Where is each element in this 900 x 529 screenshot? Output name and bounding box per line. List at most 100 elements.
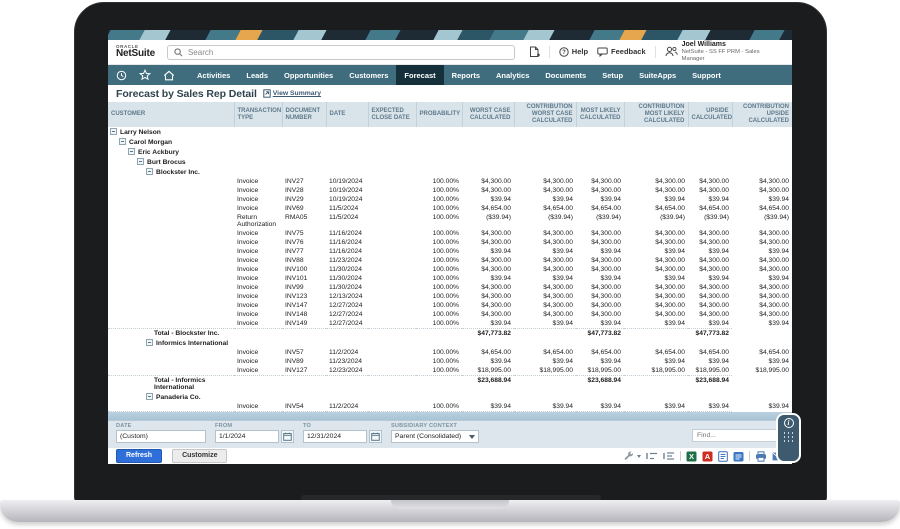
column-header-probability[interactable]: PROBABILITY [416, 102, 462, 127]
search-input[interactable]: Search [167, 45, 515, 60]
print-icon[interactable] [755, 451, 767, 462]
cell-contribution-most-likely: ($39.94) [624, 213, 688, 229]
cell-document-number[interactable]: INV100 [282, 265, 326, 274]
column-header-most-likely-calculated[interactable]: MOST LIKELY CALCULATED [576, 102, 624, 127]
export-word-icon[interactable] [718, 451, 728, 462]
cell-document-number[interactable]: INV88 [282, 256, 326, 265]
column-header-contribution-most-likely-calculated[interactable]: CONTRIBUTION MOST LIKELY CALCULATED [624, 102, 688, 127]
customize-wrench-icon[interactable] [623, 451, 634, 462]
nav-item-leads[interactable]: Leads [238, 65, 276, 85]
cell-document-number[interactable]: INV54 [282, 402, 326, 412]
collapse-icon[interactable] [146, 168, 153, 175]
group-label[interactable]: Carol Morgan [129, 139, 172, 146]
help-widget-tab[interactable]: i [776, 413, 801, 463]
subsidiary-select[interactable]: Parent (Consolidated) [391, 430, 479, 443]
cell-document-number[interactable]: INV27 [282, 177, 326, 186]
cell-document-number[interactable]: INV127 [282, 366, 326, 376]
nav-item-analytics[interactable]: Analytics [488, 65, 537, 85]
from-date-input[interactable] [215, 430, 279, 443]
cell-document-number[interactable]: INV77 [282, 247, 326, 256]
cell-contribution-upside: $4,654.00 [732, 204, 792, 213]
transaction-row: InvoiceINV10111/30/2024100.00%$39.94$39.… [108, 274, 792, 283]
to-calendar-button[interactable] [369, 430, 382, 443]
caret-down-icon[interactable] [637, 455, 641, 458]
group-label[interactable]: Informics International [156, 340, 228, 347]
cell-document-number[interactable]: INV147 [282, 301, 326, 310]
from-calendar-button[interactable] [281, 430, 294, 443]
cell-document-number[interactable]: INV69 [282, 204, 326, 213]
column-header-transaction-type[interactable]: TRANSACTION TYPE [234, 102, 282, 127]
expand-rows-icon[interactable] [663, 451, 675, 461]
view-summary-link[interactable]: View Summary [263, 89, 321, 98]
cell-expected-close-date [368, 265, 416, 274]
cell-customer [108, 229, 234, 238]
group-label[interactable]: Eric Ackbury [138, 149, 179, 156]
cell-document-number[interactable]: INV57 [282, 348, 326, 357]
column-header-expected-close-date[interactable]: EXPECTED CLOSE DATE [368, 102, 416, 127]
cell-document-number[interactable]: INV28 [282, 186, 326, 195]
feedback-button[interactable]: Feedback [597, 47, 646, 57]
cell-document-number[interactable]: RMA05 [282, 213, 326, 229]
find-input[interactable] [692, 429, 784, 442]
export-pdf-icon[interactable]: A [702, 451, 713, 462]
nav-item-reports[interactable]: Reports [444, 65, 488, 85]
nav-item-suiteapps[interactable]: SuiteApps [631, 65, 684, 85]
user-menu[interactable]: Joel Williams NetSuite - SS FF PRM - Sal… [665, 41, 784, 63]
column-header-upside-calculated[interactable]: UPSIDE CALCULATED [688, 102, 732, 127]
nav-item-documents[interactable]: Documents [537, 65, 594, 85]
column-header-worst-case-calculated[interactable]: WORST CASE CALCULATED [462, 102, 514, 127]
collapse-icon[interactable] [146, 393, 153, 400]
refresh-button[interactable]: Refresh [116, 449, 162, 463]
cell-upside: $4,654.00 [688, 204, 732, 213]
collapse-icon[interactable] [110, 128, 117, 135]
recent-records-icon[interactable] [116, 70, 127, 81]
cell-document-number[interactable]: INV123 [282, 292, 326, 301]
nav-item-opportunities[interactable]: Opportunities [276, 65, 341, 85]
shortcuts-star-icon[interactable] [139, 69, 151, 81]
transaction-row: InvoiceINV7611/16/2024100.00%$4,300.00$4… [108, 238, 792, 247]
cell-contribution-upside: $4,300.00 [732, 256, 792, 265]
cell-document-number[interactable]: INV76 [282, 238, 326, 247]
cell-document-number[interactable]: INV101 [282, 274, 326, 283]
nav-item-setup[interactable]: Setup [594, 65, 631, 85]
group-label[interactable]: Larry Nelson [120, 129, 161, 136]
collapse-rows-icon[interactable] [646, 451, 658, 461]
collapse-icon[interactable] [146, 339, 153, 346]
export-csv-icon[interactable] [733, 451, 744, 462]
nav-item-support[interactable]: Support [684, 65, 729, 85]
group-label[interactable]: Panaderia Co. [156, 394, 201, 401]
collapse-icon[interactable] [137, 158, 144, 165]
help-button[interactable]: ? Help [559, 47, 588, 57]
customize-button[interactable]: Customize [172, 449, 227, 463]
column-header-contribution-worst-case-calculated[interactable]: CONTRIBUTION WORST CASE CALCULATED [514, 102, 576, 127]
collapse-icon[interactable] [128, 148, 135, 155]
cell-document-number[interactable]: INV29 [282, 195, 326, 204]
cell-probability: 100.00% [416, 301, 462, 310]
cell-document-number[interactable]: INV89 [282, 357, 326, 366]
column-header-customer[interactable]: CUSTOMER [108, 102, 234, 127]
nav-item-activities[interactable]: Activities [189, 65, 238, 85]
transaction-row: InvoiceINV9911/30/2024100.00%$4,300.00$4… [108, 283, 792, 292]
column-header-date[interactable]: DATE [326, 102, 368, 127]
cell-document-number[interactable]: INV149 [282, 319, 326, 329]
cell-total-most-likely [514, 329, 576, 339]
cell-expected-close-date [368, 238, 416, 247]
cell-document-number[interactable]: INV148 [282, 310, 326, 319]
page-title: Forecast by Sales Rep Detail [116, 88, 257, 100]
cell-most-likely: $4,654.00 [576, 348, 624, 357]
cell-document-number[interactable]: INV99 [282, 283, 326, 292]
to-date-input[interactable] [303, 430, 367, 443]
group-label[interactable]: Burt Brocus [147, 159, 186, 166]
group-label[interactable]: Blockster Inc. [156, 169, 200, 176]
column-header-document-number[interactable]: DOCUMENT NUMBER [282, 102, 326, 127]
cell-probability: 100.00% [416, 357, 462, 366]
column-header-contribution-upside-calculated[interactable]: CONTRIBUTION UPSIDE CALCULATED [732, 102, 792, 127]
nav-item-customers[interactable]: Customers [341, 65, 396, 85]
date-filter-input[interactable] [116, 430, 206, 443]
collapse-icon[interactable] [119, 138, 126, 145]
nav-item-forecast[interactable]: Forecast [396, 65, 443, 85]
cell-document-number[interactable]: INV75 [282, 229, 326, 238]
export-excel-icon[interactable]: X [686, 451, 697, 462]
new-document-icon[interactable] [529, 46, 540, 58]
home-icon[interactable] [163, 70, 175, 81]
